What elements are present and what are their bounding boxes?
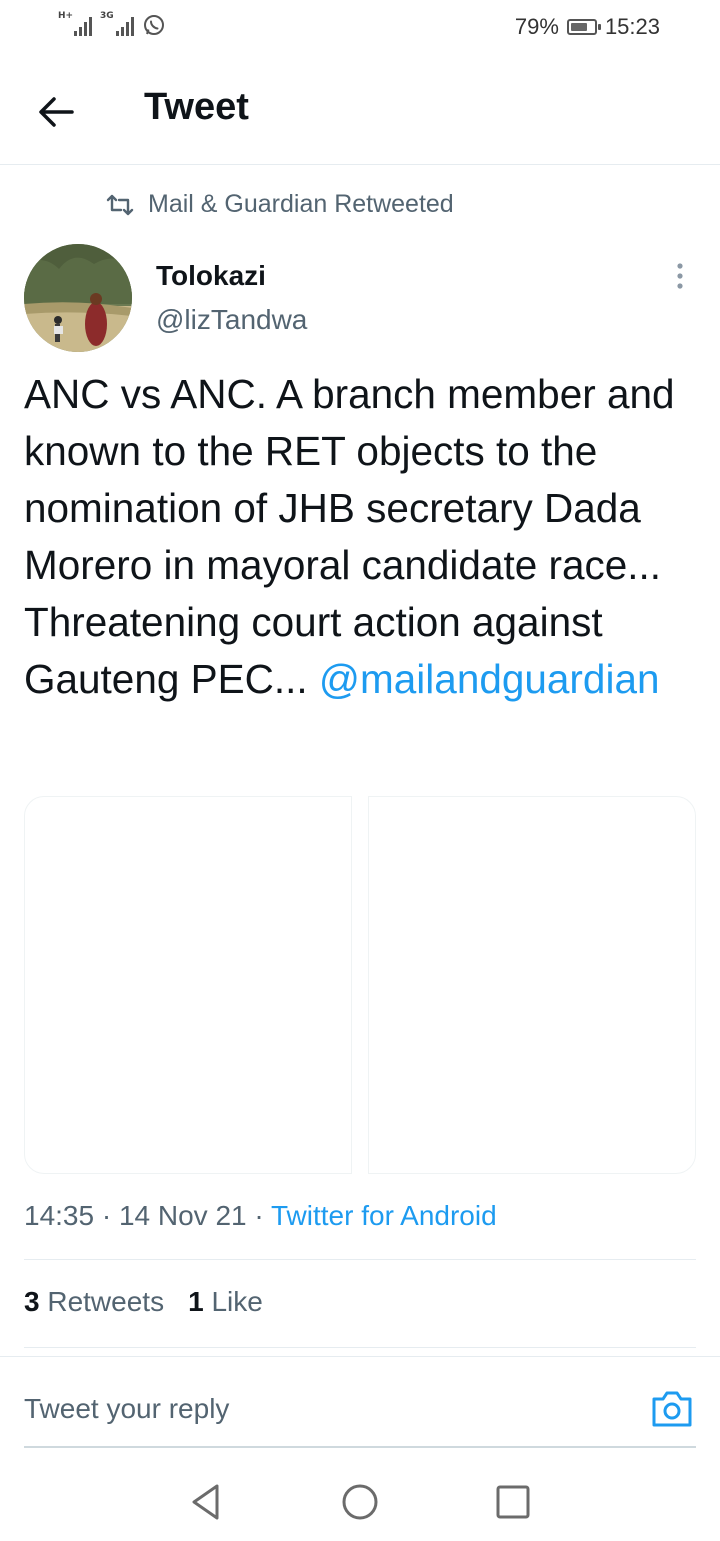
battery-icon (566, 19, 601, 35)
tweet-stats: 3 Retweets 1 Like (24, 1286, 263, 1318)
likes-count: 1 (188, 1286, 204, 1317)
tweet-text: ANC vs ANC. A branch member and known to… (24, 366, 696, 708)
likes-stat[interactable]: 1 Like (188, 1286, 263, 1318)
status-right: 79% 15:23 (515, 14, 660, 40)
clock: 15:23 (604, 14, 660, 39)
arrow-left-icon[interactable] (32, 88, 80, 136)
media-grid (24, 796, 696, 1174)
retweet-icon (106, 194, 134, 215)
whatsapp-icon (144, 15, 164, 35)
reply-underline (24, 1446, 696, 1448)
retweets-stat[interactable]: 3 Retweets (24, 1286, 164, 1318)
retweets-count: 3 (24, 1286, 40, 1317)
reply-input[interactable]: Tweet your reply (24, 1393, 229, 1425)
media-item[interactable] (368, 796, 696, 1174)
system-nav-bar (0, 1460, 720, 1541)
mention-link[interactable]: @mailandguardian (319, 656, 660, 702)
home-circle-icon[interactable] (340, 1482, 380, 1522)
retweet-context-label: Mail & Guardian Retweeted (148, 190, 454, 218)
divider (24, 1347, 696, 1348)
network-type-label: H+ (58, 11, 74, 21)
camera-icon[interactable] (650, 1389, 694, 1429)
battery-level (570, 23, 588, 31)
battery-percent: 79% (514, 14, 559, 39)
retweets-label: Retweets (47, 1286, 165, 1317)
media-item[interactable] (24, 796, 352, 1174)
tweet-meta: 14:35 · 14 Nov 21 · Twitter for Android (24, 1200, 497, 1232)
avatar[interactable] (24, 244, 132, 352)
page-title: Tweet (144, 86, 249, 128)
back-triangle-icon[interactable] (186, 1482, 226, 1522)
tweet-source-link[interactable]: Twitter for Android (271, 1200, 497, 1231)
author-handle[interactable]: @lizTandwa (156, 304, 307, 336)
recents-square-icon[interactable] (493, 1482, 533, 1522)
signal-icon: H+ (58, 12, 92, 38)
more-vertical-icon[interactable] (670, 262, 690, 292)
author-name[interactable]: Tolokazi (156, 260, 266, 292)
reply-bar: Tweet your reply (0, 1356, 720, 1449)
status-bar: H+ 3G 79% 15:23 (0, 0, 720, 56)
meta-separator: · (101, 1200, 119, 1231)
tweet-time: 14:35 (24, 1200, 95, 1231)
tweet-body: ANC vs ANC. A branch member and known to… (24, 371, 675, 702)
app-header: Tweet (0, 56, 720, 165)
signal-icon-2: 3G (100, 12, 134, 38)
tweet-date: 14 Nov 21 (118, 1200, 247, 1231)
avatar-image (24, 244, 132, 352)
divider (24, 1259, 696, 1260)
status-left: H+ 3G (58, 12, 166, 38)
meta-separator: · (254, 1200, 271, 1231)
network-type-label-2: 3G (100, 11, 114, 21)
likes-label: Like (211, 1286, 263, 1317)
retweet-context[interactable]: Mail & Guardian Retweeted (106, 190, 454, 219)
